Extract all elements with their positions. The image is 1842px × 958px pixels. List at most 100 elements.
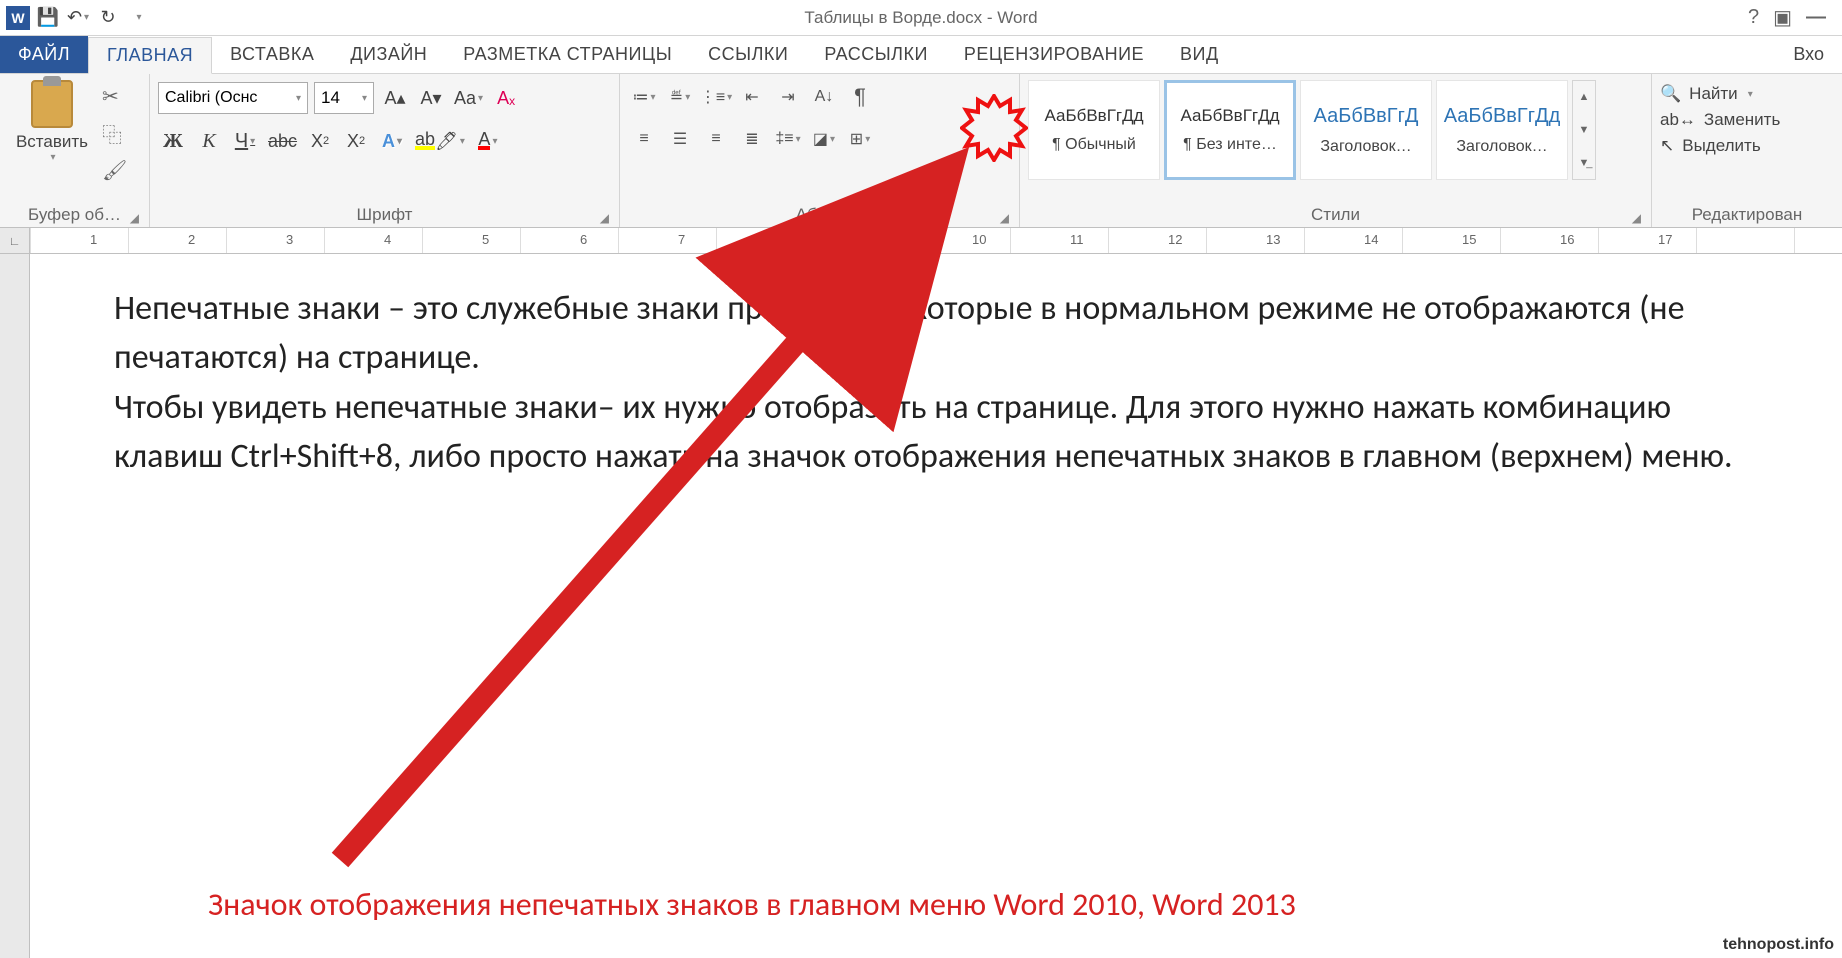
- ruler-corner[interactable]: ∟: [0, 228, 30, 253]
- style-preview: АаБбВвГгДд: [1044, 106, 1143, 126]
- login-link[interactable]: Вхо: [1775, 36, 1842, 73]
- align-left-button[interactable]: ≡: [628, 124, 660, 154]
- undo-icon[interactable]: ↶▾: [64, 4, 92, 32]
- group-paragraph: ≔▾ ≝▾ ⋮≡▾ ⇤ ⇥ A↓ ¶ ≡ ☰ ≡ ≣ ‡≡▾ ◪▾ ⊞▾ Абз…: [620, 74, 1020, 227]
- numbering-button[interactable]: ≝▾: [664, 82, 696, 112]
- decrease-indent-button[interactable]: ⇤: [736, 82, 768, 112]
- tab-layout[interactable]: РАЗМЕТКА СТРАНИЦЫ: [445, 36, 690, 73]
- shrink-font-button[interactable]: A▾: [416, 83, 446, 113]
- tab-file[interactable]: ФАЙЛ: [0, 36, 88, 73]
- ribbon-options-icon[interactable]: ▣: [1773, 5, 1792, 30]
- ruler-scale: 1234567891011121314151617: [30, 228, 1842, 253]
- group-label-paragraph: Абзац ◢: [628, 201, 1011, 227]
- style-name: Заголовок…: [1320, 138, 1411, 156]
- multilevel-button[interactable]: ⋮≡▾: [700, 82, 732, 112]
- styles-gallery-more[interactable]: ▲ ▼ ▼̲: [1572, 80, 1596, 180]
- highlight-button[interactable]: ab🖊▾: [413, 126, 467, 156]
- clipboard-launcher-icon[interactable]: ◢: [130, 211, 139, 225]
- shading-button[interactable]: ◪▾: [808, 124, 840, 154]
- superscript-button[interactable]: X2: [341, 126, 371, 156]
- vertical-ruler[interactable]: [0, 254, 30, 958]
- text-effects-button[interactable]: A▾: [377, 126, 407, 156]
- group-label-font: Шрифт ◢: [158, 201, 611, 227]
- tab-insert[interactable]: ВСТАВКА: [212, 36, 332, 73]
- align-center-button[interactable]: ☰: [664, 124, 696, 154]
- page[interactable]: Непечатные знаки – это служебные знаки п…: [30, 254, 1842, 958]
- ruler-tick: 2: [188, 232, 195, 247]
- scroll-down-icon[interactable]: ▼: [1573, 124, 1595, 136]
- group-label-editing: Редактирован: [1660, 201, 1834, 227]
- binoculars-icon: 🔍: [1660, 84, 1681, 104]
- strikethrough-button[interactable]: abc: [266, 126, 299, 156]
- qat-customize-icon[interactable]: ▾: [124, 4, 152, 32]
- ruler-tick: 16: [1560, 232, 1574, 247]
- tab-review[interactable]: РЕЦЕНЗИРОВАНИЕ: [946, 36, 1162, 73]
- justify-button[interactable]: ≣: [736, 124, 768, 154]
- format-painter-icon[interactable]: 🖌: [102, 158, 127, 183]
- grow-font-button[interactable]: A▴: [380, 83, 410, 113]
- paste-label: Вставить: [16, 132, 88, 152]
- replace-button[interactable]: ab↔Заменить: [1660, 110, 1834, 130]
- font-size-combo[interactable]: 14▾: [314, 82, 374, 114]
- style-normal[interactable]: АаБбВвГгДд ¶ Обычный: [1028, 80, 1160, 180]
- title-bar: W 💾 ↶▾ ↻ ▾ Таблицы в Ворде.docx - Word ?…: [0, 0, 1842, 36]
- cut-icon[interactable]: ✂: [102, 84, 127, 109]
- align-right-button[interactable]: ≡: [700, 124, 732, 154]
- ruler-tick: 17: [1658, 232, 1672, 247]
- select-button[interactable]: ↖Выделить: [1660, 136, 1834, 156]
- document-paragraph[interactable]: Чтобы увидеть непечатные знаки– их нужно…: [114, 383, 1758, 482]
- ruler-tick: 13: [1266, 232, 1280, 247]
- style-preview: АаБбВвГгДд: [1444, 105, 1561, 128]
- font-launcher-icon[interactable]: ◢: [600, 211, 609, 225]
- italic-button[interactable]: К: [194, 126, 224, 156]
- paste-button[interactable]: Вставить ▾: [8, 78, 96, 163]
- tab-design[interactable]: ДИЗАЙН: [332, 36, 445, 73]
- font-name-combo[interactable]: Calibri (Оснс▾: [158, 82, 308, 114]
- ruler-tick: 8: [776, 232, 783, 247]
- copy-icon[interactable]: ⿻: [102, 119, 127, 148]
- tab-mailings[interactable]: РАССЫЛКИ: [806, 36, 946, 73]
- change-case-button[interactable]: Aa▾: [452, 83, 485, 113]
- ruler-tick: 15: [1462, 232, 1476, 247]
- group-clipboard: Вставить ▾ ✂ ⿻ 🖌 Буфер об… ◢: [0, 74, 150, 227]
- sort-button[interactable]: A↓: [808, 82, 840, 112]
- ribbon-tabs: ФАЙЛ ГЛАВНАЯ ВСТАВКА ДИЗАЙН РАЗМЕТКА СТР…: [0, 36, 1842, 74]
- scroll-up-icon[interactable]: ▲: [1573, 91, 1595, 103]
- minimize-icon[interactable]: —: [1806, 6, 1826, 29]
- word-app-icon[interactable]: W: [4, 4, 32, 32]
- underline-button[interactable]: Ч▾: [230, 126, 260, 156]
- style-no-spacing[interactable]: АаБбВвГгДд ¶ Без инте…: [1164, 80, 1296, 180]
- style-heading2[interactable]: АаБбВвГгДд Заголовок…: [1436, 80, 1568, 180]
- increase-indent-button[interactable]: ⇥: [772, 82, 804, 112]
- redo-icon[interactable]: ↻: [94, 4, 122, 32]
- tab-references[interactable]: ССЫЛКИ: [690, 36, 806, 73]
- line-spacing-button[interactable]: ‡≡▾: [772, 124, 804, 154]
- quick-access-toolbar: W 💾 ↶▾ ↻ ▾: [0, 4, 152, 32]
- tab-home[interactable]: ГЛАВНАЯ: [88, 37, 212, 74]
- style-name: ¶ Обычный: [1052, 136, 1136, 154]
- tab-view[interactable]: ВИД: [1162, 36, 1237, 73]
- ruler-tick: 7: [678, 232, 685, 247]
- show-marks-button[interactable]: ¶: [844, 82, 876, 112]
- expand-styles-icon[interactable]: ▼̲: [1573, 157, 1595, 169]
- ruler-tick: 12: [1168, 232, 1182, 247]
- font-color-button[interactable]: A▾: [473, 126, 503, 156]
- paragraph-launcher-icon[interactable]: ◢: [1000, 211, 1009, 225]
- bullets-button[interactable]: ≔▾: [628, 82, 660, 112]
- styles-launcher-icon[interactable]: ◢: [1632, 211, 1641, 225]
- clear-format-button[interactable]: Aₓ: [491, 83, 521, 113]
- bold-button[interactable]: Ж: [158, 126, 188, 156]
- find-button[interactable]: 🔍Найти▾: [1660, 84, 1834, 104]
- save-icon[interactable]: 💾: [34, 4, 62, 32]
- help-icon[interactable]: ?: [1748, 6, 1759, 29]
- subscript-button[interactable]: X2: [305, 126, 335, 156]
- ruler-tick: 11: [1070, 232, 1084, 247]
- horizontal-ruler[interactable]: ∟ 1234567891011121314151617: [0, 228, 1842, 254]
- group-label-clipboard: Буфер об… ◢: [8, 201, 141, 227]
- style-name: Заголовок…: [1456, 138, 1547, 156]
- borders-button[interactable]: ⊞▾: [844, 124, 876, 154]
- style-heading1[interactable]: АаБбВвГгД Заголовок…: [1300, 80, 1432, 180]
- group-editing: 🔍Найти▾ ab↔Заменить ↖Выделить Редактиров…: [1652, 74, 1842, 227]
- group-label-styles: Стили ◢: [1028, 201, 1643, 227]
- document-paragraph[interactable]: Непечатные знаки – это служебные знаки п…: [114, 284, 1758, 383]
